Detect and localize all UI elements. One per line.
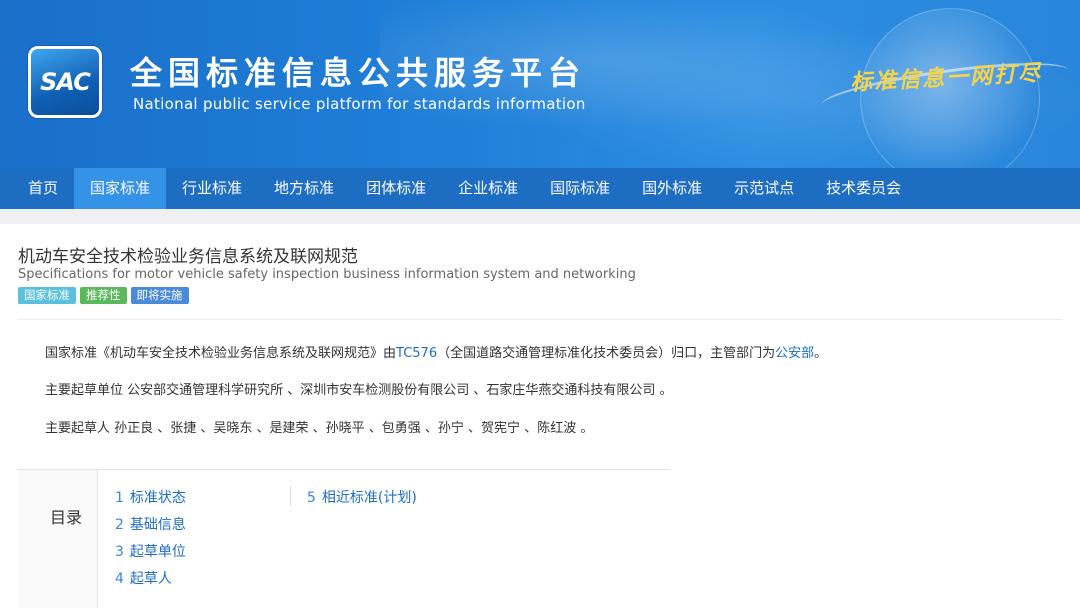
toc-item-basic-info[interactable]: 2 基础信息	[115, 515, 186, 542]
toc-text: 相近标准(计划)	[321, 490, 417, 506]
toc-item-drafters[interactable]: 4 起草人	[115, 569, 186, 596]
nav-item-local[interactable]: 地方标准	[258, 168, 350, 209]
toc-item-status[interactable]: 1 标准状态	[115, 488, 186, 515]
site-title: 全国标准信息公共服务平台	[130, 54, 587, 92]
divider	[18, 319, 1063, 320]
tag-national-standard: 国家标准	[18, 287, 76, 304]
desc-suffix: 。	[814, 346, 828, 361]
standard-description: 国家标准《机动车安全技术检验业务信息系统及联网规范》由TC576（全国道路交通管…	[45, 342, 827, 361]
nav-item-enterprise[interactable]: 企业标准	[442, 168, 534, 209]
tag-recommended: 推荐性	[80, 287, 127, 304]
desc-prefix: 国家标准《机动车安全技术检验业务信息系统及联网规范》由	[45, 346, 397, 361]
toc-num: 2	[115, 517, 124, 533]
toc-text: 起草单位	[129, 544, 186, 560]
site-subtitle: National public service platform for sta…	[133, 95, 586, 113]
toc-text: 基础信息	[129, 517, 186, 533]
toc-column-1: 1 标准状态 2 基础信息 3 起草单位 4 起草人	[115, 488, 186, 596]
toc-top-border	[18, 469, 670, 470]
tag-upcoming: 即将实施	[130, 287, 189, 304]
header-banner: SAC 全国标准信息公共服务平台 National public service…	[0, 0, 1080, 168]
nav-item-international[interactable]: 国际标准	[534, 168, 626, 209]
standard-title: 机动车安全技术检验业务信息系统及联网规范	[18, 247, 358, 267]
nav-item-national[interactable]: 国家标准	[74, 168, 167, 209]
toc-text: 起草人	[129, 571, 172, 587]
nav-item-industry[interactable]: 行业标准	[166, 168, 258, 209]
tc-link[interactable]: TC576	[396, 346, 437, 361]
sac-logo[interactable]: SAC	[28, 46, 102, 118]
toc-item-similar-standards[interactable]: 5 相近标准(计划)	[307, 488, 417, 515]
toc-item-drafting-units[interactable]: 3 起草单位	[115, 542, 186, 569]
nav-item-home[interactable]: 首页	[12, 168, 74, 209]
nav-item-pilot[interactable]: 示范试点	[718, 168, 810, 209]
toc-column-2: 5 相近标准(计划)	[307, 488, 417, 515]
toc-separator	[290, 486, 291, 506]
nav-item-foreign[interactable]: 国外标准	[626, 168, 718, 209]
tag-list: 国家标准 推荐性 即将实施	[18, 287, 189, 304]
toc-num: 4	[115, 571, 124, 587]
main-nav: 首页 国家标准 行业标准 地方标准 团体标准 企业标准 国际标准 国外标准 示范…	[0, 168, 1080, 209]
toc-num: 1	[115, 490, 124, 506]
toc-label: 目录	[50, 508, 83, 527]
toc-label-box	[18, 470, 98, 608]
department-link[interactable]: 公安部	[775, 346, 814, 361]
drafting-units: 主要起草单位 公安部交通管理科学研究所 、深圳市安车检测股份有限公司 、石家庄华…	[45, 383, 673, 398]
toc-num: 3	[115, 544, 124, 560]
nav-item-committee[interactable]: 技术委员会	[810, 168, 917, 209]
toc-text: 标准状态	[129, 490, 186, 506]
drafters: 主要起草人 孙正良 、张捷 、吴晓东 、是建荣 、孙晓平 、包勇强 、孙宁 、贺…	[45, 421, 594, 436]
nav-item-group[interactable]: 团体标准	[350, 168, 442, 209]
content-panel: 机动车安全技术检验业务信息系统及联网规范 Specifications for …	[0, 224, 1080, 608]
desc-mid: （全国道路交通管理标准化技术委员会）归口，主管部门为	[437, 346, 776, 361]
standard-title-en: Specifications for motor vehicle safety …	[18, 267, 636, 282]
toc-num: 5	[307, 490, 316, 506]
